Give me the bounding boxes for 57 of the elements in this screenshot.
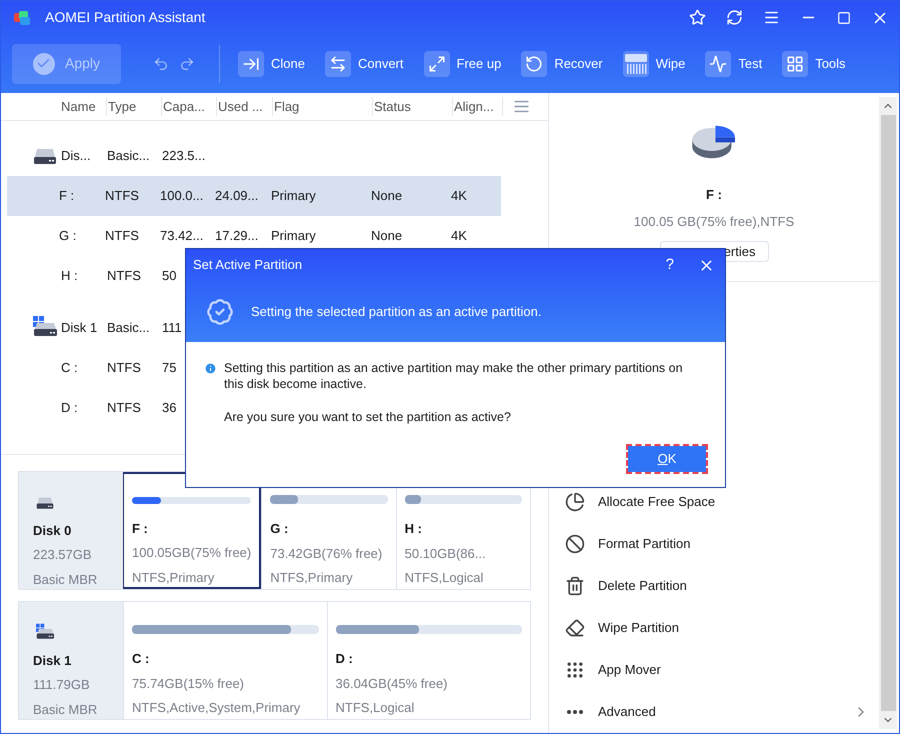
table-cell: Basic... [107,148,150,164]
table-cell: 73.42... [160,228,204,244]
table-cell: 4K [451,228,467,244]
partition-info: NTFS,Active,System,Primary [132,699,302,717]
partition-label: D : [336,650,354,668]
table-cell: 24.09... [215,188,258,204]
table-cell: NTFS [107,400,141,416]
table-cell: C : [61,360,78,376]
partition-size: 50.10GB(86... [404,544,487,563]
drive-label: F : [706,186,722,204]
partition-size: 100.05GB(75% free) [132,544,252,562]
disk-size: 111.79GB [33,676,91,694]
disk-style: Basic MBR [33,700,98,718]
table-cell: 111 [162,320,182,336]
partition-size: 75.74GB(15% free) [132,674,246,693]
table-cell: Dis... [61,148,91,164]
partition-info: NTFS,Logical [336,699,416,717]
dialog-question: Are you sure you want to set the partition as active? [224,409,512,426]
disk-name: Disk 1 [33,652,72,670]
partition-label: H : [404,520,423,538]
table-cell: None [371,228,402,244]
partition-label: F : [132,520,149,538]
table-cell: NTFS [105,228,139,244]
table-cell: 75 [162,360,176,376]
table-cell: Basic... [107,320,150,336]
disk-style: Basic MBR [33,570,98,588]
table-cell: 223.5... [162,148,206,164]
table-cell: Primary [271,188,316,204]
disk-name: Disk 0 [33,522,72,540]
partition-size: 73.42GB(76% free) [270,544,384,563]
table-cell: None [371,188,402,204]
table-cell: Primary [271,228,316,244]
table-cell: NTFS [107,360,141,376]
table-cell: H : [61,268,78,284]
table-cell: F : [59,188,74,204]
table-cell: NTFS [105,188,139,204]
table-cell: 4K [451,188,467,204]
partition-info: NTFS,Logical [404,569,484,587]
table-cell: G : [59,228,76,244]
partition-size: 36.04GB(45% free) [336,674,449,693]
table-cell: 17.29... [215,228,258,244]
drive-info: 100.05 GB(75% free),NTFS [634,213,794,232]
table-cell: 50 [162,268,176,284]
partition-info: NTFS,Primary [132,568,216,587]
table-cell: NTFS [107,268,141,284]
window-title: AOMEI Partition Assistant [45,8,206,27]
table-cell: 100.0... [160,188,204,204]
partition-label: G : [270,520,290,538]
dialog-message: Setting this partition as an active partition may make the other primary partitions on this disk become inactive. [224,360,684,392]
partition-info: NTFS,Primary [270,569,354,587]
dialog-header-text: Setting the selected partition as an active partition. [251,302,542,321]
table-cell: D : [61,400,78,416]
disk-size: 223.57GB [33,546,93,564]
table-cell: 36 [162,400,176,416]
table-cell: Disk 1 [61,320,98,336]
dialog-title: Set Active Partition [193,256,302,274]
partition-label: C : [132,650,150,668]
